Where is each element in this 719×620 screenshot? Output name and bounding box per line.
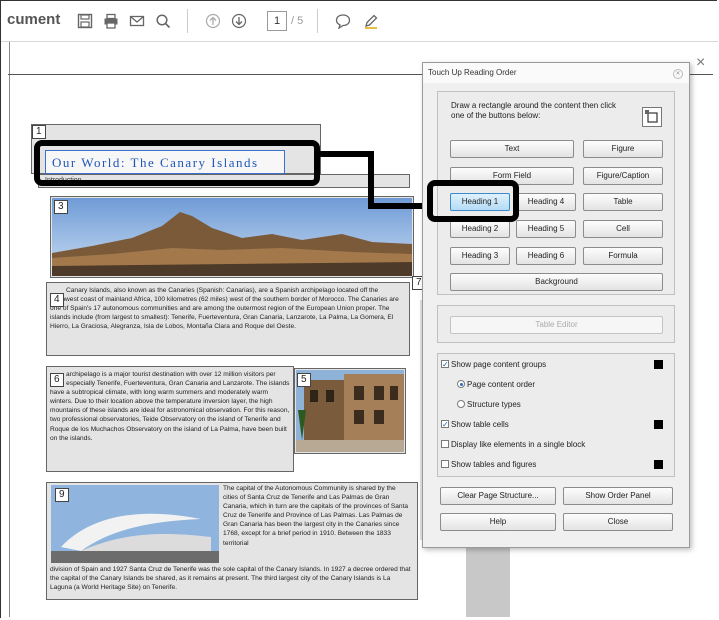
save-icon[interactable] (77, 13, 93, 29)
show-cells-option[interactable]: ✓ Show table cells (441, 419, 509, 430)
print-icon[interactable] (103, 13, 119, 29)
paragraph-text: Canary Islands, also known as the Canari… (50, 287, 399, 331)
content-block-4[interactable]: Canary Islands, also known as the Canari… (46, 282, 410, 356)
next-page-icon[interactable] (231, 13, 247, 29)
content-block-6[interactable]: archipelago is a major tourist destinati… (46, 366, 294, 472)
heading1-callout-box (427, 180, 519, 222)
search-icon[interactable] (155, 13, 171, 29)
block-number: 5 (297, 373, 311, 387)
formula-button[interactable]: Formula (583, 247, 663, 265)
heading-5-button[interactable]: Heading 5 (516, 220, 576, 238)
heading-2-button[interactable]: Heading 2 (450, 220, 510, 238)
tables-figures-option[interactable]: Show tables and figures (441, 459, 537, 470)
content-block-9[interactable]: The capital of the Autonomous Community … (46, 482, 418, 600)
clear-structure-button[interactable]: Clear Page Structure... (440, 487, 556, 505)
dialog-instructions: Draw a rectangle around the content then… (451, 101, 616, 120)
callout-connector (368, 151, 374, 209)
structure-types-option[interactable]: Structure types (457, 399, 521, 410)
email-icon[interactable] (129, 13, 145, 29)
block-number: 6 (50, 373, 64, 387)
like-elements-option[interactable]: Display like elements in a single block (441, 439, 586, 450)
content-block-3[interactable]: 3 (50, 196, 414, 278)
heading-4-button[interactable]: Heading 4 (516, 193, 576, 211)
show-groups-option[interactable]: ✓ Show page content groups (441, 359, 547, 370)
block-number: 1 (32, 125, 46, 139)
toolbar-divider (317, 9, 318, 33)
dialog-close-icon[interactable]: ✕ (673, 69, 683, 79)
help-button[interactable]: Help (440, 513, 556, 531)
previous-page-icon[interactable] (205, 13, 221, 29)
callout-connector (318, 151, 374, 157)
color-swatch[interactable] (654, 360, 663, 369)
table-button[interactable]: Table (583, 193, 663, 211)
background-button[interactable]: Background (450, 273, 663, 291)
option-label: Display like elements in a single block (451, 440, 586, 449)
highlight-pen-icon[interactable] (363, 13, 379, 29)
heading-callout-box (34, 140, 320, 186)
toolbar: cument 1 / 5 (1, 1, 718, 42)
option-label: Show page content groups (451, 360, 547, 369)
close-button[interactable]: Close (563, 513, 673, 531)
mountain-photo (52, 198, 412, 276)
cell-button[interactable]: Cell (583, 220, 663, 238)
block-number: 3 (54, 200, 68, 214)
dialog-title: Touch Up Reading Order (423, 63, 689, 83)
figure-button[interactable]: Figure (583, 140, 663, 158)
select-content-icon[interactable] (642, 107, 662, 127)
checkbox[interactable]: ✓ (441, 420, 449, 429)
option-label: Structure types (467, 400, 521, 409)
page-number-input[interactable]: 1 (267, 11, 287, 31)
option-label: Page content order (467, 380, 536, 389)
callout-connector (368, 203, 430, 209)
radio-button[interactable] (457, 400, 465, 408)
toolbar-divider (187, 9, 188, 33)
paragraph-text: The capital of the Autonomous Community … (223, 485, 409, 547)
paragraph-text: archipelago is a major tourist destinati… (50, 371, 290, 442)
checkbox[interactable] (441, 440, 449, 448)
color-swatch[interactable] (654, 420, 663, 429)
close-icon[interactable]: × (696, 54, 705, 72)
radio-button[interactable] (457, 380, 465, 388)
content-block-5[interactable]: 5 (294, 368, 406, 454)
architecture-photo (51, 485, 219, 563)
color-swatch[interactable] (654, 460, 663, 469)
option-label: Show table cells (451, 420, 509, 429)
comment-icon[interactable] (335, 13, 351, 29)
checkbox[interactable] (441, 460, 449, 468)
page-edge (9, 42, 10, 617)
heading-6-button[interactable]: Heading 6 (516, 247, 576, 265)
page-count: / 5 (291, 15, 304, 27)
content-order-option[interactable]: Page content order (457, 379, 536, 390)
touch-up-reading-order-dialog: Touch Up Reading Order ✕ Draw a rectangl… (422, 62, 690, 548)
page-gutter-bottom (466, 540, 510, 617)
heading-3-button[interactable]: Heading 3 (450, 247, 510, 265)
building-photo (296, 370, 404, 452)
option-label: Show tables and figures (451, 460, 537, 469)
table-editor-button[interactable]: Table Editor (450, 316, 663, 334)
figure-caption-button[interactable]: Figure/Caption (583, 167, 663, 185)
block-number: 4 (50, 293, 64, 307)
block-number: 9 (55, 488, 69, 502)
document-tab-title[interactable]: cument (7, 11, 60, 28)
checkbox[interactable]: ✓ (441, 360, 449, 369)
text-button[interactable]: Text (450, 140, 574, 158)
paragraph-text-continued: division of Spain and 1927 Santa Cruz de… (50, 566, 411, 592)
show-order-panel-button[interactable]: Show Order Panel (563, 487, 673, 505)
